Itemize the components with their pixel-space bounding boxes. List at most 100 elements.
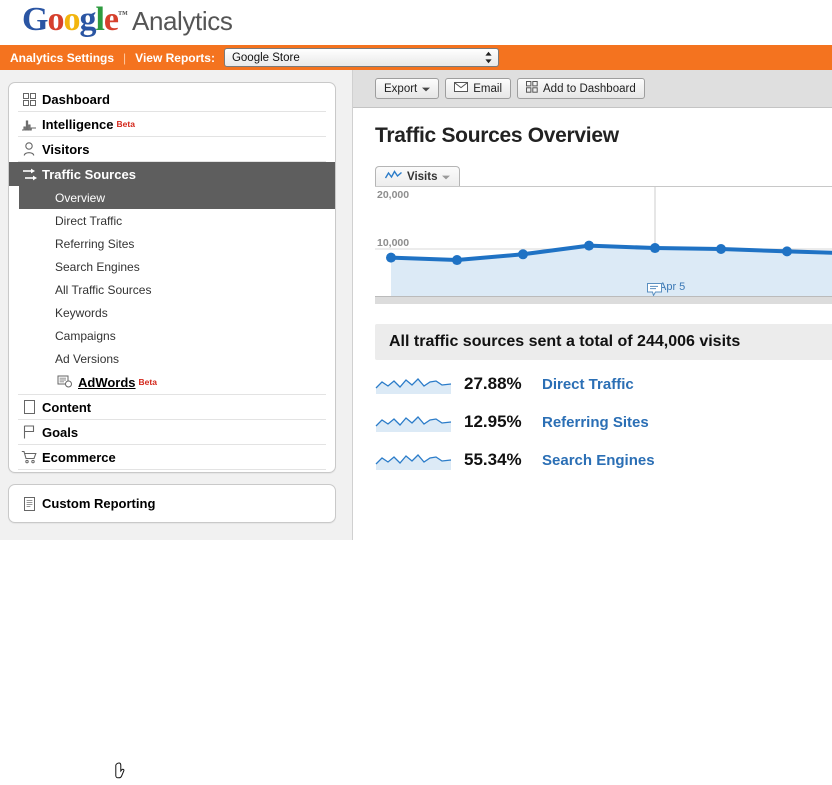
sidebar-subitem-search-engines[interactable]: Search Engines xyxy=(9,255,335,278)
sidebar-subitem-label: Search Engines xyxy=(55,259,140,274)
sidebar-item-label: Dashboard xyxy=(42,91,110,107)
traffic-source-percent: 12.95% xyxy=(464,412,522,431)
chart-data-point[interactable] xyxy=(650,243,660,254)
grid-icon xyxy=(526,81,538,96)
traffic-source-row: 27.88% Direct Traffic xyxy=(375,370,832,398)
custom-reporting-panel: Custom Reporting xyxy=(8,484,336,523)
sidebar-subitem-label: All Traffic Sources xyxy=(55,282,152,297)
sidebar-item-label: Content xyxy=(42,399,92,415)
chart-data-point[interactable] xyxy=(386,252,396,263)
sidebar: Dashboard Intelligence Beta Visitors Tra… xyxy=(8,82,336,779)
sidebar-subitem-keywords[interactable]: Keywords xyxy=(9,301,335,324)
sidebar-subitem-referring-sites[interactable]: Referring Sites xyxy=(9,232,335,255)
adwords-icon xyxy=(54,375,76,389)
chart-data-point[interactable] xyxy=(518,249,528,260)
sidebar-subitem-label: Ad Versions xyxy=(55,351,120,366)
chevron-down-icon xyxy=(442,171,451,183)
sidebar-subitem-all-traffic-sources[interactable]: All Traffic Sources xyxy=(9,278,335,301)
profile-select-value: Google Store xyxy=(231,51,300,64)
logo-letter-G: G xyxy=(22,1,48,38)
add-to-dashboard-label: Add to Dashboard xyxy=(543,82,636,95)
stepper-arrows-icon[interactable] xyxy=(482,50,495,65)
sidebar-subitem-ad-versions[interactable]: Ad Versions xyxy=(9,347,335,370)
logo-letter-o1: o xyxy=(47,1,64,38)
nav-divider: | xyxy=(123,50,127,65)
logo-letter-l: l xyxy=(95,1,105,38)
y-axis-tick-label: 20,000 xyxy=(377,189,410,201)
metric-tab-label: Visits xyxy=(407,170,438,183)
beta-badge: Beta xyxy=(116,119,135,129)
export-button[interactable]: Export xyxy=(375,78,440,99)
sidebar-item-goals[interactable]: Goals xyxy=(18,420,326,445)
chart-data-point[interactable] xyxy=(782,246,792,257)
sidebar-item-adwords[interactable]: AdWords Beta xyxy=(18,370,326,779)
sidebar-subitem-label: Direct Traffic xyxy=(55,213,123,228)
sidebar-main-panel: Dashboard Intelligence Beta Visitors Tra… xyxy=(8,82,336,779)
chart-data-point[interactable] xyxy=(584,240,594,251)
report-toolbar: Export Email Add to Dashboard xyxy=(353,70,832,108)
flag-icon xyxy=(18,425,40,439)
sparkline-icon xyxy=(375,411,452,433)
sidebar-item-visitors[interactable]: Visitors xyxy=(18,137,326,162)
sidebar-item-label: Custom Reporting xyxy=(42,496,156,511)
bar-chart-icon xyxy=(18,118,40,131)
product-name: Analytics xyxy=(132,6,233,36)
analytics-settings-link[interactable]: Analytics Settings xyxy=(10,51,114,65)
sidebar-item-traffic-sources[interactable]: Traffic Sources xyxy=(9,162,335,186)
top-navigation-bar: Analytics Settings | View Reports: Googl… xyxy=(0,45,832,70)
chart-container: Visits 10,00020,000Apr 5Apr 12 xyxy=(353,166,832,304)
email-button[interactable]: Email xyxy=(445,78,512,99)
x-axis-tick-label: Apr 5 xyxy=(659,281,686,293)
mouse-cursor-pointer-icon xyxy=(115,762,131,782)
main-content: Export Email Add to Dashboard Traffic So… xyxy=(352,70,832,540)
traffic-source-row: 55.34% Search Engines xyxy=(375,446,832,474)
traffic-source-link[interactable]: Search Engines xyxy=(542,452,655,469)
sidebar-item-ecommerce[interactable]: Ecommerce xyxy=(18,445,326,470)
sidebar-item-label: AdWords xyxy=(78,374,136,390)
sidebar-item-label: Traffic Sources xyxy=(42,166,136,182)
visits-line-chart[interactable]: 10,00020,000Apr 5Apr 12 xyxy=(375,186,832,304)
google-analytics-logo: Google™ Analytics xyxy=(22,1,233,39)
sidebar-subitem-overview[interactable]: Overview xyxy=(19,186,335,209)
traffic-source-percent: 27.88% xyxy=(464,374,522,393)
chart-data-point[interactable] xyxy=(452,255,462,266)
sparkline-icon xyxy=(375,449,452,471)
add-to-dashboard-button[interactable]: Add to Dashboard xyxy=(517,78,645,99)
traffic-source-link[interactable]: Direct Traffic xyxy=(542,376,634,393)
traffic-source-percent: 55.34% xyxy=(464,450,522,469)
traffic-sources-list: 27.88% Direct Traffic 12.95% Referring Site… xyxy=(353,370,832,474)
app-header: Google™ Analytics xyxy=(0,0,832,45)
metric-tab-visits[interactable]: Visits xyxy=(375,166,461,186)
trademark-mark: ™ xyxy=(118,9,128,21)
sidebar-subitem-label: Keywords xyxy=(55,305,108,320)
page-icon xyxy=(18,400,40,414)
sidebar-item-intelligence[interactable]: Intelligence Beta xyxy=(18,112,326,137)
report-icon xyxy=(18,496,40,511)
page-title: Traffic Sources Overview xyxy=(375,124,619,147)
traffic-source-link[interactable]: Referring Sites xyxy=(542,414,649,431)
sidebar-item-custom-reporting[interactable]: Custom Reporting xyxy=(18,485,326,522)
arrows-icon xyxy=(18,167,40,182)
logo-letter-o2: o xyxy=(63,1,80,38)
chart-data-point[interactable] xyxy=(716,244,726,254)
sidebar-subitem-campaigns[interactable]: Campaigns xyxy=(9,324,335,347)
sidebar-subitem-direct-traffic[interactable]: Direct Traffic xyxy=(9,209,335,232)
view-reports-label: View Reports: xyxy=(135,50,215,65)
envelope-icon xyxy=(454,82,469,95)
sidebar-item-content[interactable]: Content xyxy=(18,395,326,420)
sidebar-subitem-label: Campaigns xyxy=(55,328,116,343)
chart-svg xyxy=(375,187,832,297)
logo-letter-e: e xyxy=(103,1,119,38)
sidebar-subitem-label: Overview xyxy=(55,190,106,205)
annotation-bubble-icon[interactable] xyxy=(647,283,662,297)
logo-letter-g: g xyxy=(79,1,96,38)
summary-headline: All traffic sources sent a total of 244,… xyxy=(375,324,832,360)
google-logo: Google™ xyxy=(22,1,128,38)
profile-select[interactable]: Google Store xyxy=(223,48,499,67)
page-body: Dashboard Intelligence Beta Visitors Tra… xyxy=(0,70,832,779)
chevron-down-icon xyxy=(422,83,431,95)
sidebar-item-dashboard[interactable]: Dashboard xyxy=(18,87,326,112)
line-chart-icon xyxy=(384,170,402,183)
y-axis-tick-label: 10,000 xyxy=(377,237,410,249)
grid-icon xyxy=(18,92,40,106)
